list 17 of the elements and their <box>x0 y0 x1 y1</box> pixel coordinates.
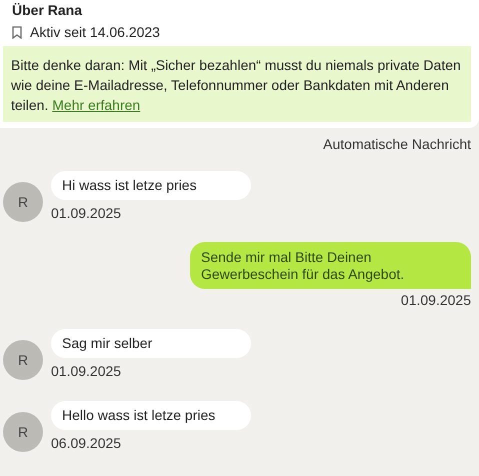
bookmark-icon[interactable] <box>12 26 22 38</box>
learn-more-link[interactable]: Mehr erfahren <box>52 97 140 113</box>
message-bubble: Sag mir selber <box>51 329 251 358</box>
profile-title: Über Rana <box>11 1 84 19</box>
avatar: R <box>3 412 43 452</box>
message-bubble: Hello wass ist letze pries <box>51 401 251 430</box>
avatar: R <box>3 340 43 380</box>
message-date: 06.09.2025 <box>51 435 122 451</box>
active-since: Aktiv seit 14.06.2023 <box>30 24 160 40</box>
message-date: 01.09.2025 <box>51 363 122 379</box>
message-bubble: Hi wass ist letze pries <box>51 171 251 200</box>
avatar: R <box>3 182 43 222</box>
message-bubble: Sende mir mal Bitte Deinen Gewerbeschein für das Angebot. <box>190 242 471 289</box>
safety-notice: Bitte denke daran: Mit „Sicher bezahlen“ musst du niemals private Daten wie deine E-Mailadresse, Telefonnummer oder Bankdaten mit Anderen teilen. Mehr erfahren <box>3 46 471 122</box>
automatic-message-label: Automatische Nachricht <box>323 136 471 152</box>
message-date: 01.09.2025 <box>400 292 471 308</box>
message-date: 01.09.2025 <box>51 205 122 221</box>
